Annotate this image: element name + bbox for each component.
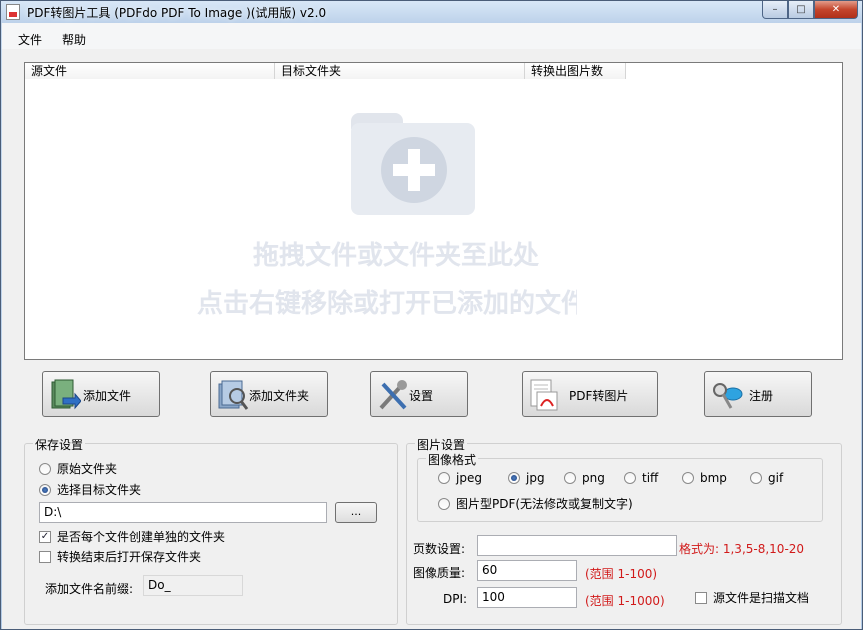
add-folder-button[interactable]: 添加文件夹 — [210, 371, 328, 417]
image-pdf-label: 图片型PDF(无法修改或复制文字) — [456, 497, 633, 511]
radio-choose-folder[interactable]: 选择目标文件夹 — [39, 481, 141, 498]
app-window: PDF转图片工具 (PDFdo PDF To Image )(试用版) v2.0… — [0, 0, 863, 630]
drop-hint-line2: 点击右键移除或打开已添加的文件 — [197, 289, 577, 319]
maximize-button[interactable]: □ — [788, 1, 814, 19]
settings-label: 设置 — [409, 389, 434, 403]
file-list-header: 源文件 目标文件夹 转换出图片数 — [25, 63, 626, 79]
save-settings-title: 保存设置 — [33, 436, 86, 453]
radio-format-bmp[interactable]: bmp — [682, 471, 727, 485]
browse-button[interactable]: ... — [335, 502, 377, 523]
pages-hint: 格式为: 1,3,5-8,10-20 — [679, 542, 805, 556]
radio-original-folder[interactable]: 原始文件夹 — [39, 460, 117, 477]
radio-format-jpg[interactable]: jpg — [508, 471, 545, 485]
dpi-hint: (范围 1-1000) — [585, 594, 665, 608]
quality-label: 图像质量: — [413, 566, 466, 580]
radio-format-jpeg[interactable]: jpeg — [438, 471, 482, 485]
drop-hint-line1: 拖拽文件或文件夹至此处 — [253, 241, 540, 271]
add-folder-watermark-icon — [351, 113, 475, 215]
radio-image-pdf[interactable]: 图片型PDF(无法修改或复制文字) — [438, 495, 633, 512]
add-folder-icon — [218, 380, 249, 410]
format-jpg-label: jpg — [526, 471, 545, 485]
column-source-file[interactable]: 源文件 — [25, 63, 275, 79]
radio-choose-folder-dot[interactable] — [39, 483, 51, 496]
image-settings-group: 图片设置 图像格式 jpeg jpg png tiff bmp gif 图片型P… — [406, 436, 842, 625]
window-title: PDF转图片工具 (PDFdo PDF To Image )(试用版) v2.0 — [27, 6, 327, 20]
radio-choose-folder-label: 选择目标文件夹 — [57, 483, 142, 497]
menu-bar: 文件 帮助 — [2, 23, 861, 49]
client-area: 文件 帮助 源文件 目标文件夹 转换出图片数 拖拽文件或文件夹至此处 点击右键移… — [2, 23, 861, 629]
radio-format-jpeg-dot[interactable] — [438, 472, 450, 484]
format-tiff-label: tiff — [642, 471, 659, 485]
checkbox-scanned-box[interactable] — [695, 591, 707, 604]
register-label: 注册 — [749, 389, 774, 403]
format-gif-label: gif — [768, 471, 784, 485]
minimize-button[interactable]: – — [762, 1, 788, 19]
format-bmp-label: bmp — [700, 471, 727, 485]
radio-format-tiff-dot[interactable] — [624, 472, 636, 484]
menu-help[interactable]: 帮助 — [62, 31, 86, 48]
radio-format-gif[interactable]: gif — [750, 471, 783, 485]
checkbox-scanned[interactable]: 源文件是扫描文档 — [695, 589, 809, 606]
add-file-label: 添加文件 — [83, 389, 132, 403]
quality-input[interactable]: 60 — [477, 560, 577, 581]
checkbox-create-subfolder-label: 是否每个文件创建单独的文件夹 — [57, 530, 226, 544]
radio-format-png-dot[interactable] — [564, 472, 576, 484]
radio-format-png[interactable]: png — [564, 471, 605, 485]
file-list[interactable]: 源文件 目标文件夹 转换出图片数 拖拽文件或文件夹至此处 点击右键移除或打开已添… — [24, 62, 843, 360]
pdf-to-image-icon — [530, 379, 558, 411]
checkbox-create-subfolder[interactable]: ✓ 是否每个文件创建单独的文件夹 — [39, 528, 225, 545]
radio-original-folder-label: 原始文件夹 — [57, 462, 118, 476]
register-button[interactable]: 注册 — [704, 371, 812, 417]
convert-label: PDF转图片 — [569, 389, 629, 403]
target-path-input[interactable]: D:\ — [39, 502, 327, 523]
tools-icon — [379, 380, 407, 410]
checkbox-open-after-label: 转换结束后打开保存文件夹 — [57, 550, 202, 564]
checkbox-open-after-box[interactable] — [39, 550, 51, 563]
add-file-icon — [51, 379, 81, 410]
column-image-count[interactable]: 转换出图片数 — [525, 63, 626, 79]
radio-image-pdf-dot[interactable] — [438, 497, 450, 510]
settings-button[interactable]: 设置 — [370, 371, 468, 417]
close-button[interactable]: ✕ — [814, 1, 858, 19]
prefix-input[interactable]: Do_ — [143, 575, 243, 596]
dpi-input[interactable]: 100 — [477, 587, 577, 608]
checkbox-scanned-label: 源文件是扫描文档 — [713, 591, 810, 605]
dpi-label: DPI: — [443, 592, 468, 606]
quality-hint: (范围 1-100) — [585, 567, 658, 581]
pages-label: 页数设置: — [413, 542, 466, 556]
image-format-title: 图像格式 — [426, 451, 479, 468]
add-file-button[interactable]: 添加文件 — [42, 371, 160, 417]
add-folder-label: 添加文件夹 — [249, 389, 310, 403]
menu-file[interactable]: 文件 — [18, 31, 42, 48]
checkbox-open-after[interactable]: 转换结束后打开保存文件夹 — [39, 548, 201, 565]
pdf-app-icon — [6, 4, 20, 20]
image-format-group: 图像格式 jpeg jpg png tiff bmp gif 图片型PDF(无法… — [417, 451, 823, 522]
radio-format-tiff[interactable]: tiff — [624, 471, 658, 485]
save-settings-group: 保存设置 原始文件夹 选择目标文件夹 D:\ ... ✓ 是否每个文件创建单独的… — [24, 436, 398, 625]
radio-original-folder-dot[interactable] — [39, 462, 51, 475]
title-bar[interactable]: PDF转图片工具 (PDFdo PDF To Image )(试用版) v2.0… — [1, 1, 862, 23]
radio-format-bmp-dot[interactable] — [682, 472, 694, 484]
radio-format-gif-dot[interactable] — [750, 472, 762, 484]
key-icon — [713, 383, 743, 409]
format-png-label: png — [582, 471, 605, 485]
column-target-folder[interactable]: 目标文件夹 — [275, 63, 525, 79]
format-jpeg-label: jpeg — [456, 471, 482, 485]
convert-button[interactable]: PDF转图片 — [522, 371, 658, 417]
radio-format-jpg-dot[interactable] — [508, 472, 520, 484]
prefix-label: 添加文件名前缀: — [45, 582, 134, 596]
window-controls: – □ ✕ — [762, 1, 858, 19]
checkbox-create-subfolder-box[interactable]: ✓ — [39, 530, 51, 543]
pages-input[interactable] — [477, 535, 677, 556]
